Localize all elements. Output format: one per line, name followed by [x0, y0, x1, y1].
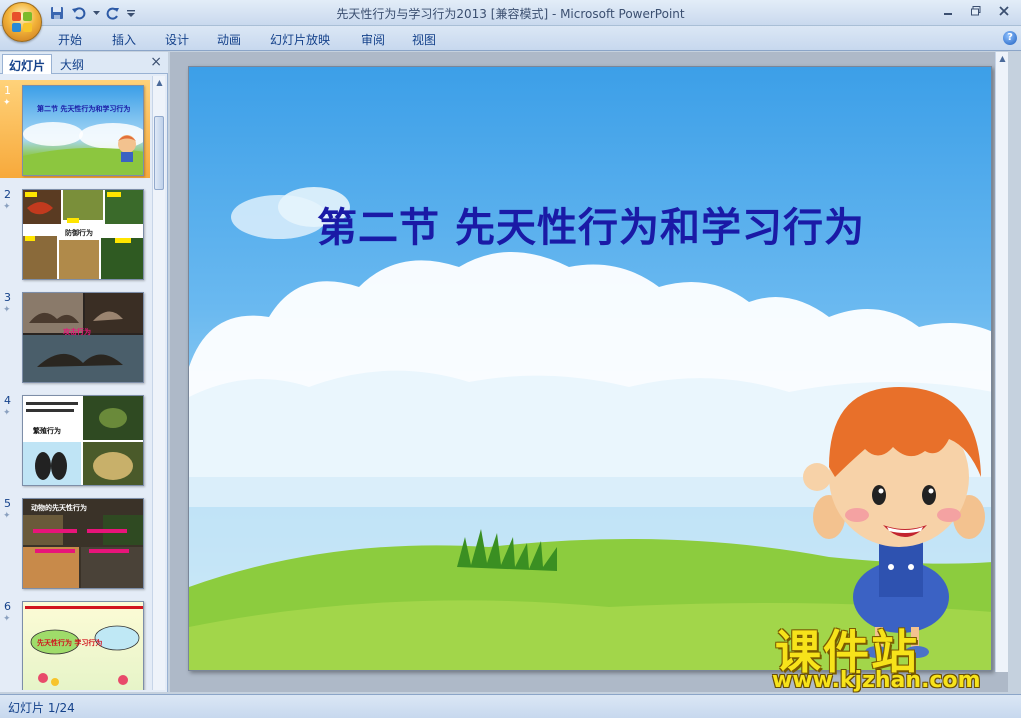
slide-preview: 攻击行为	[22, 292, 144, 383]
slide-caption: 动物的先天性行为	[31, 504, 87, 512]
window-controls	[935, 2, 1017, 20]
animation-star-icon: ✦	[3, 305, 11, 315]
scroll-up-icon[interactable]: ▲	[153, 76, 166, 90]
slide-thumbnail-1[interactable]: 1 ✦ 第二节 先天性行为和学习行为	[0, 80, 150, 178]
tab-animations[interactable]: 动画	[217, 31, 241, 48]
slide-number: 5	[4, 497, 11, 510]
tab-view[interactable]: 视图	[412, 31, 436, 48]
slide-number: 1	[4, 84, 11, 97]
status-bar: 幻灯片 1/24	[0, 694, 1021, 718]
slide-number: 3	[4, 291, 11, 304]
slide-caption: 攻击行为	[63, 328, 91, 336]
slide-preview: 动物的先天性行为	[22, 498, 144, 589]
animation-star-icon: ✦	[3, 511, 11, 521]
slide-thumbnail-5[interactable]: 5 ✦ 动物的先天性行为	[0, 493, 150, 591]
scroll-thumb[interactable]	[154, 116, 164, 190]
scroll-up-icon[interactable]: ▲	[996, 52, 1009, 66]
slide-preview: 第二节 先天性行为和学习行为	[22, 85, 144, 176]
slide-editor: 第二节 先天性行为和学习行为 ▲	[170, 52, 1008, 692]
slide-preview: 先天性行为 学习行为	[22, 601, 144, 690]
slide-thumbnail-4[interactable]: 4 ✦ 繁殖行为	[0, 390, 150, 488]
window-title: 先天性行为与学习行为2013 [兼容模式] - Microsoft PowerP…	[336, 7, 685, 21]
slide-thumbnail-3[interactable]: 3 ✦ 攻击行为	[0, 287, 150, 385]
office-button[interactable]	[2, 2, 42, 42]
animation-star-icon: ✦	[3, 202, 11, 212]
slide-caption: 繁殖行为	[33, 427, 61, 435]
close-icon[interactable]	[991, 2, 1017, 20]
slide-thumbnail-2[interactable]: 2 ✦ 防御行为	[0, 184, 150, 282]
restore-icon[interactable]	[963, 2, 989, 20]
slide-number: 2	[4, 188, 11, 201]
watermark-url: www.kjzhan.com	[772, 668, 981, 693]
slide-number: 6	[4, 600, 11, 613]
slide-background	[189, 187, 991, 670]
tab-slideshow[interactable]: 幻灯片放映	[270, 31, 330, 48]
tab-home[interactable]: 开始	[58, 31, 82, 48]
slide-preview: 防御行为	[22, 189, 144, 280]
close-pane-icon[interactable]: ×	[150, 54, 162, 70]
minimize-icon[interactable]	[935, 2, 961, 20]
slide-caption: 防御行为	[65, 229, 93, 237]
tab-outline[interactable]: 大纲	[54, 54, 90, 74]
slide-thumbnails: 1 ✦ 第二节 先天性行为和学习行为 2 ✦ 防御行为 3 ✦ 攻击行为 4 ✦…	[0, 76, 152, 690]
tab-review[interactable]: 审阅	[361, 31, 385, 48]
animation-star-icon: ✦	[3, 98, 11, 108]
ribbon-tabs: 开始 插入 设计 动画 幻灯片放映 审阅 视图 ?	[0, 26, 1021, 51]
tab-design[interactable]: 设计	[165, 31, 189, 48]
title-bar: 先天性行为与学习行为2013 [兼容模式] - Microsoft PowerP…	[0, 0, 1021, 26]
slide-title[interactable]: 第二节 先天性行为和学习行为	[189, 195, 991, 253]
slide-thumbnail-6[interactable]: 6 ✦ 先天性行为 学习行为	[0, 596, 150, 690]
slide-caption: 先天性行为 学习行为	[37, 639, 103, 647]
animation-star-icon: ✦	[3, 614, 11, 624]
animation-star-icon: ✦	[3, 408, 11, 418]
help-icon[interactable]: ?	[1003, 31, 1017, 45]
office-logo-icon	[12, 12, 32, 32]
slide-number: 4	[4, 394, 11, 407]
pane-scrollbar[interactable]: ▲	[152, 76, 165, 690]
current-slide[interactable]: 第二节 先天性行为和学习行为	[188, 66, 992, 671]
slide-caption: 第二节 先天性行为和学习行为	[37, 105, 131, 113]
slide-preview: 繁殖行为	[22, 395, 144, 486]
tab-slides[interactable]: 幻灯片	[2, 54, 53, 74]
editor-scrollbar[interactable]: ▲	[995, 52, 1008, 672]
slides-pane: 幻灯片 大纲 × 1 ✦ 第二节 先天性行为和学习行为 2 ✦ 防御行为 3 ✦…	[0, 52, 168, 692]
tab-insert[interactable]: 插入	[112, 31, 136, 48]
pane-tabs: 幻灯片 大纲 ×	[0, 52, 168, 74]
slide-indicator: 幻灯片 1/24	[8, 701, 75, 715]
